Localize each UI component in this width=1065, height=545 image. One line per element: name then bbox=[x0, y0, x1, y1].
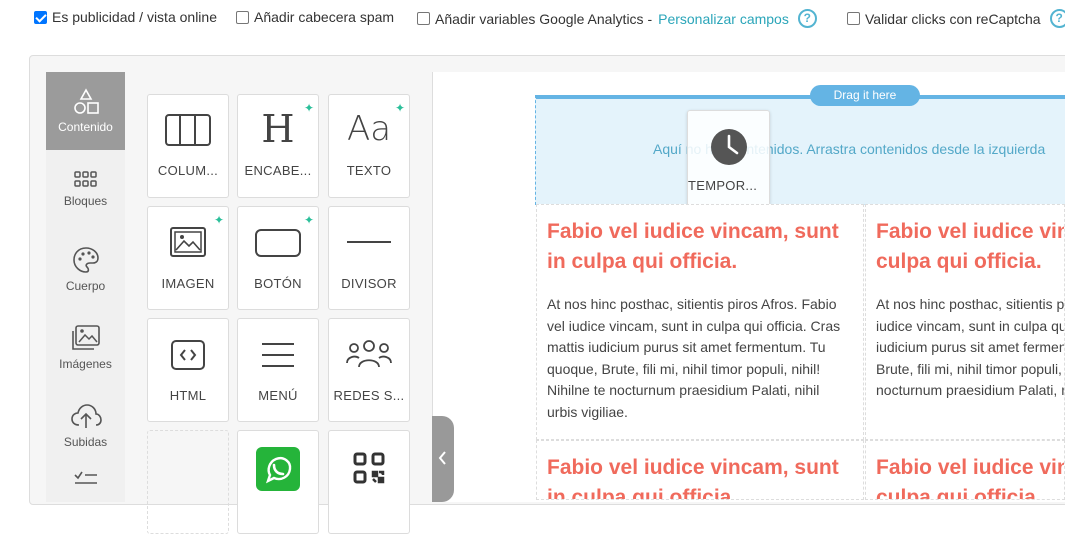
ai-sparkle-icon: ✦ bbox=[213, 213, 224, 227]
content-cell[interactable]: Fabio vel iudice vincam, sunt in culpa q… bbox=[536, 204, 864, 440]
images-icon bbox=[71, 325, 100, 350]
spam-label: Añadir cabecera spam bbox=[254, 9, 395, 25]
help-icon[interactable]: ? bbox=[1049, 9, 1065, 28]
cell-heading: Fabio vel iudice vincam, sunt in culpa q… bbox=[876, 456, 1064, 500]
cell-body: At nos hinc posthac, sitientis piros Afr… bbox=[547, 296, 841, 420]
tile-label: COLUM... bbox=[157, 163, 219, 178]
collapse-panel-handle[interactable] bbox=[432, 416, 454, 502]
sidebar-item-checklist[interactable] bbox=[46, 467, 125, 545]
tile-label: MENÚ bbox=[258, 388, 298, 403]
palette-icon bbox=[72, 247, 99, 273]
analytics-checkbox[interactable] bbox=[417, 12, 430, 25]
content-cell[interactable]: Fabio vel iudice vincam, sunt in culpa q… bbox=[865, 204, 1065, 440]
checklist-icon bbox=[73, 471, 97, 484]
tile-label: IMAGEN bbox=[161, 276, 215, 291]
tile-label: REDES S... bbox=[333, 388, 405, 403]
help-icon[interactable]: ? bbox=[797, 9, 817, 28]
cloud-upload-icon bbox=[70, 404, 102, 428]
tile-columnas[interactable]: COLUM... bbox=[147, 94, 229, 198]
image-icon bbox=[170, 227, 206, 257]
analytics-option[interactable]: Añadir variables Google Analytics - Pers… bbox=[417, 9, 817, 28]
html-icon bbox=[171, 340, 205, 370]
drag-it-here-pill: Drag it here bbox=[810, 85, 920, 106]
button-icon bbox=[255, 229, 301, 257]
tile-qr[interactable] bbox=[328, 430, 410, 534]
cell-heading: Fabio vel iudice vincam, sunt in culpa q… bbox=[876, 220, 1064, 273]
cell-body: At nos hinc posthac, sitientis piros Afr… bbox=[876, 296, 1065, 398]
shapes-icon bbox=[73, 88, 99, 114]
tile-html[interactable]: HTML bbox=[147, 318, 229, 422]
tile-label: BOTÓN bbox=[254, 276, 302, 291]
tile-menu[interactable]: MENÚ bbox=[237, 318, 319, 422]
cell-heading: Fabio vel iudice vincam, sunt in culpa q… bbox=[547, 456, 839, 500]
sidebar-item-label: Contenido bbox=[58, 120, 113, 134]
tile-encabezado[interactable]: ✦ H ENCABE... bbox=[237, 94, 319, 198]
sidebar-item-label: Bloques bbox=[63, 194, 108, 208]
sidebar-item-contenido[interactable]: Contenido bbox=[46, 72, 125, 150]
chevron-left-icon bbox=[438, 451, 446, 465]
publicidad-option[interactable]: Es publicidad / vista online bbox=[34, 9, 217, 25]
qr-code-icon bbox=[353, 452, 385, 484]
divider-icon bbox=[347, 241, 391, 243]
recaptcha-checkbox[interactable] bbox=[847, 12, 860, 25]
publicidad-label: Es publicidad / vista online bbox=[52, 9, 217, 25]
tile-label: ENCABE... bbox=[244, 163, 312, 178]
tile-whatsapp[interactable] bbox=[237, 430, 319, 534]
sidebar-item-imagenes[interactable]: Imágenes bbox=[46, 306, 125, 384]
menu-icon bbox=[262, 343, 294, 367]
sidebar-item-subidas[interactable]: Subidas bbox=[46, 384, 125, 462]
cell-heading: Fabio vel iudice vincam, sunt in culpa q… bbox=[547, 220, 839, 273]
whatsapp-icon bbox=[256, 447, 300, 491]
grid-icon bbox=[73, 171, 97, 187]
sidebar-item-label: Cuerpo bbox=[65, 279, 106, 293]
spam-checkbox[interactable] bbox=[236, 10, 249, 24]
personalizar-campos-link[interactable]: Personalizar campos bbox=[658, 11, 789, 27]
tile-label: DIVISOR bbox=[341, 276, 397, 291]
columns-icon bbox=[165, 114, 211, 146]
tile-redes-sociales[interactable]: REDES S... bbox=[328, 318, 410, 422]
tile-label: HTML bbox=[169, 388, 207, 403]
tile-imagen[interactable]: ✦ IMAGEN bbox=[147, 206, 229, 310]
content-cell[interactable]: Fabio vel iudice vincam, sunt in culpa q… bbox=[536, 440, 864, 500]
options-bar: Es publicidad / vista online Añadir cabe… bbox=[0, 0, 1065, 38]
tile-label: TEMPOR... bbox=[688, 178, 758, 193]
ai-sparkle-icon: ✦ bbox=[303, 213, 314, 227]
dragging-tile-temporizador[interactable]: TEMPOR... bbox=[687, 110, 770, 214]
content-cell[interactable]: Fabio vel iudice vincam, sunt in culpa q… bbox=[865, 440, 1065, 500]
sidebar-item-label: Imágenes bbox=[59, 357, 112, 371]
heading-icon: H bbox=[261, 107, 295, 151]
tile-texto[interactable]: ✦ Aa TEXTO bbox=[328, 94, 410, 198]
tile-label: TEXTO bbox=[346, 163, 392, 178]
recaptcha-option[interactable]: Validar clicks con reCaptcha ? bbox=[847, 9, 1065, 28]
sidebar-item-cuerpo[interactable]: Cuerpo bbox=[46, 228, 125, 306]
recaptcha-label: Validar clicks con reCaptcha bbox=[865, 10, 1041, 27]
tile-divisor[interactable]: DIVISOR bbox=[328, 206, 410, 310]
sidebar-item-label: Subidas bbox=[63, 435, 108, 449]
publicidad-checkbox[interactable] bbox=[34, 10, 47, 24]
tile-placeholder bbox=[147, 430, 229, 534]
sidebar-item-bloques[interactable]: Bloques bbox=[46, 150, 125, 228]
clock-icon bbox=[711, 129, 747, 165]
text-icon: Aa bbox=[346, 109, 392, 149]
sidebar-nav: Contenido Bloques Cuerpo Imágenes Subida… bbox=[46, 72, 125, 502]
tile-boton[interactable]: ✦ BOTÓN bbox=[237, 206, 319, 310]
social-icon bbox=[346, 340, 392, 368]
analytics-label: Añadir variables Google Analytics - bbox=[435, 10, 653, 27]
spam-option[interactable]: Añadir cabecera spam bbox=[236, 9, 394, 25]
